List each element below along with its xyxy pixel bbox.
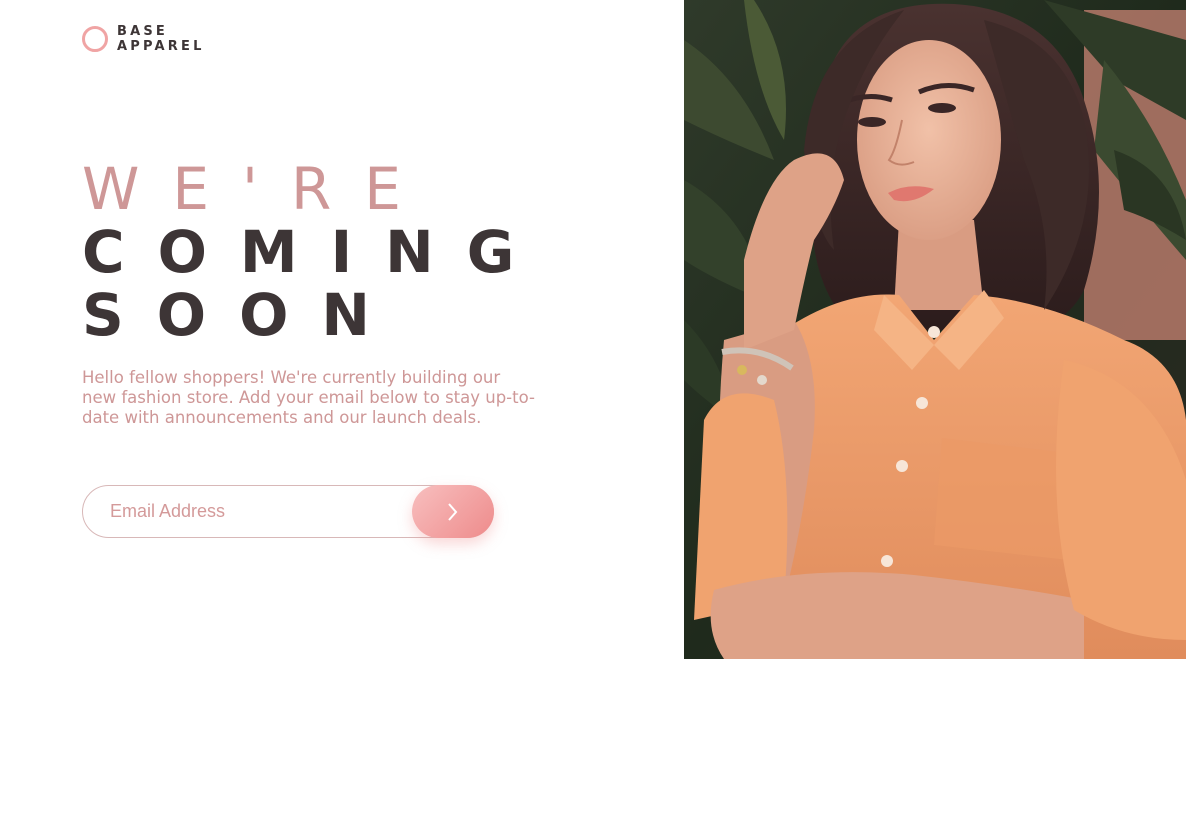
hero-photo	[684, 0, 1186, 659]
submit-button[interactable]	[412, 485, 494, 538]
heading-line-2: COMING	[82, 218, 548, 286]
heading-line-1: WE'RE	[82, 155, 434, 223]
brand-name-line2: APPAREL	[117, 39, 205, 54]
landing-page: BASE APPAREL WE'RE COMING SOON Hello fel…	[0, 0, 1186, 823]
heading-line-3: SOON	[82, 281, 403, 349]
ring-logo-icon	[82, 26, 108, 52]
chevron-right-icon	[448, 502, 458, 521]
brand-name-line1: BASE	[117, 24, 169, 39]
email-signup-form	[82, 485, 494, 538]
brand-logo[interactable]: BASE APPAREL	[82, 24, 205, 54]
intro-text: Hello fellow shoppers! We're currently b…	[82, 368, 535, 427]
brand-name: BASE APPAREL	[117, 24, 205, 54]
page-heading: WE'RE COMING SOON	[82, 158, 547, 347]
